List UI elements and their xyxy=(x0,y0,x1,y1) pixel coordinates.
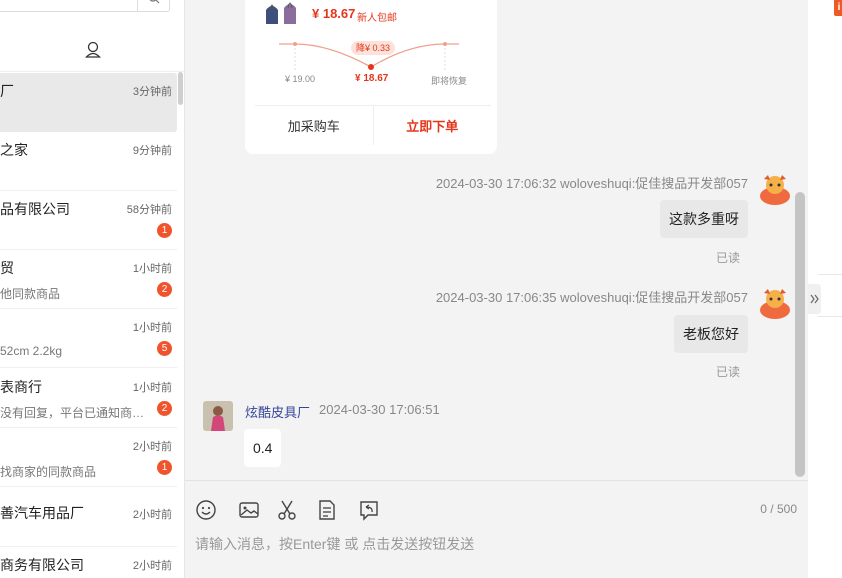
search-button[interactable] xyxy=(137,0,170,12)
product-price: ¥ 18.67 xyxy=(312,6,356,21)
conversation-time: 2小时前 xyxy=(132,441,172,453)
user-icon xyxy=(84,41,101,58)
conversation-time: 3分钟前 xyxy=(132,86,172,98)
conversation-item[interactable]: 表商行 1小时前 没有回复，平台已通知商家... 2 xyxy=(0,369,177,428)
conversation-name: 厂 xyxy=(0,83,14,99)
price-now: ¥ 18.67 xyxy=(355,73,389,84)
incoming-message-bubble: 0.4 xyxy=(244,429,282,467)
price-before: ¥ 19.00 xyxy=(285,74,316,84)
conversation-item[interactable]: 2小时前 找商家的同款商品 1 xyxy=(0,428,177,487)
search-icon xyxy=(149,0,160,4)
sender-name: 炫酷皮具厂 xyxy=(245,405,311,420)
conversation-name: 表商行 xyxy=(0,379,42,395)
message-bubble: 老板您好 xyxy=(674,315,748,353)
message-input[interactable] xyxy=(195,533,755,555)
message-bubble: 这款多重呀 xyxy=(660,200,748,238)
read-status: 已读 xyxy=(715,365,740,379)
divider xyxy=(818,316,842,317)
seller-avatar xyxy=(760,175,790,205)
side-panel: i xyxy=(808,0,842,578)
order-now-button[interactable]: 立即下单 xyxy=(374,106,492,145)
product-tag: 新人包邮 xyxy=(357,13,397,24)
conversation-name: 品有限公司 xyxy=(0,201,70,217)
conversation-name: 善汽车用品厂 xyxy=(0,505,84,521)
read-status: 已读 xyxy=(715,251,740,265)
message-meta: 2024-03-30 17:06:35 woloveshuqi:促佳搜品开发部0… xyxy=(435,290,748,305)
tab-contacts[interactable] xyxy=(0,28,184,72)
chat-area: ¥ 18.67 新人包邮 降¥ 0.33 ¥ 19.00 ¥ 18.67 即将恢… xyxy=(185,0,808,480)
conversation-item[interactable]: 1小时前 52cm 2.2kg 5 xyxy=(0,309,177,368)
conversation-item[interactable]: 厂 3分钟前 xyxy=(0,73,177,132)
conversation-preview: 他同款商品 xyxy=(0,287,61,301)
conversation-scrollbar[interactable] xyxy=(178,72,183,105)
unread-badge: 5 xyxy=(157,341,172,356)
conversation-time: 1小时前 xyxy=(132,322,172,334)
conversation-item[interactable]: 商务有限公司 2小时前 xyxy=(0,547,177,578)
message-time: 2024-03-30 17:06:51 xyxy=(319,402,440,417)
conversation-time: 9分钟前 xyxy=(132,145,172,157)
conversation-time: 2小时前 xyxy=(132,509,172,521)
message-composer: 0 / 500 xyxy=(185,480,808,578)
conversation-time: 1小时前 xyxy=(132,382,172,394)
app-logo: i xyxy=(834,0,842,16)
emoji-icon[interactable] xyxy=(195,499,217,521)
unread-badge: 2 xyxy=(157,401,172,416)
add-to-cart-button[interactable]: 加采购车 xyxy=(255,106,374,145)
conversation-name: 贸 xyxy=(0,260,14,276)
expand-panel-button[interactable] xyxy=(808,284,821,314)
double-chevron-right-icon xyxy=(810,294,819,304)
conversation-name: 之家 xyxy=(0,142,28,158)
message-meta: 2024-03-30 17:06:32 woloveshuqi:促佳搜品开发部0… xyxy=(435,176,748,191)
price-after: 即将恢复 xyxy=(431,76,468,86)
conversation-preview: 没有回复，平台已通知商家... xyxy=(0,406,150,420)
divider xyxy=(818,274,842,275)
image-icon[interactable] xyxy=(238,499,260,521)
product-image xyxy=(266,2,296,24)
unread-badge: 1 xyxy=(157,460,172,475)
conversation-item[interactable]: 品有限公司 58分钟前 1 xyxy=(0,191,177,250)
buyer-avatar xyxy=(203,401,233,431)
product-card-actions: 加采购车 立即下单 xyxy=(255,105,491,145)
unread-badge: 1 xyxy=(157,223,172,238)
character-counter: 0 / 500 xyxy=(760,502,797,516)
order-list-icon[interactable] xyxy=(316,499,338,521)
conversation-name: 商务有限公司 xyxy=(0,557,84,573)
price-trend-chart xyxy=(279,42,459,70)
conversation-preview: 52cm 2.2kg xyxy=(0,344,63,358)
conversation-item[interactable]: 贸 1小时前 他同款商品 2 xyxy=(0,250,177,309)
product-card[interactable]: ¥ 18.67 新人包邮 降¥ 0.33 ¥ 19.00 ¥ 18.67 即将恢… xyxy=(245,0,497,154)
conversation-panel: 厂 3分钟前 之家 9分钟前 品有限公司 58分钟前 1 贸 1小时前 他同款商… xyxy=(0,0,185,578)
scissors-icon[interactable] xyxy=(276,499,298,521)
conversation-time: 58分钟前 xyxy=(126,204,172,216)
conversation-item[interactable]: 之家 9分钟前 xyxy=(0,132,177,191)
unread-badge: 2 xyxy=(157,282,172,297)
price-drop-badge: 降¥ 0.33 xyxy=(351,41,396,55)
conversation-time: 2小时前 xyxy=(132,560,172,572)
conversation-preview: 找商家的同款商品 xyxy=(0,465,97,479)
conversation-item[interactable]: 善汽车用品厂 2小时前 xyxy=(0,488,177,547)
conversation-time: 1小时前 xyxy=(132,263,172,275)
quick-reply-icon[interactable] xyxy=(358,499,380,521)
seller-avatar xyxy=(760,289,790,319)
chat-scrollbar[interactable] xyxy=(795,192,805,477)
